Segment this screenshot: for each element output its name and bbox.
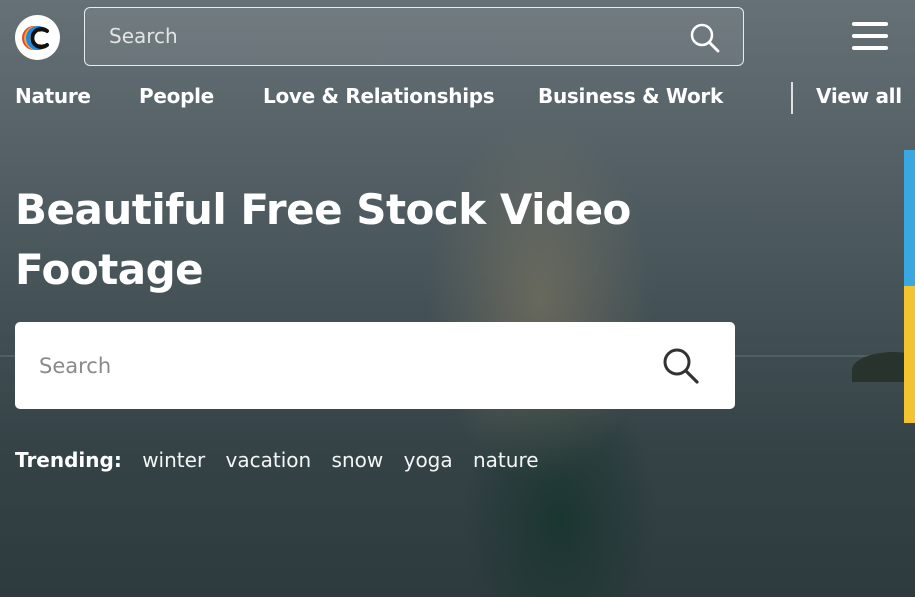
header-search-input[interactable] (109, 8, 669, 64)
search-icon (663, 348, 699, 384)
hamburger-line (852, 46, 888, 50)
view-all-link[interactable]: View all (816, 84, 902, 108)
category-nav: Nature People Love & Relationships Busin… (15, 84, 905, 114)
site-logo[interactable] (15, 15, 60, 60)
trending-tag-snow[interactable]: snow (332, 448, 384, 472)
trending-tag-winter[interactable]: winter (142, 448, 205, 472)
hero-title-line-2: Footage (15, 245, 204, 294)
nav-divider (791, 82, 793, 114)
trending-tag-vacation[interactable]: vacation (226, 448, 312, 472)
hamburger-menu-icon (852, 22, 888, 26)
hero-title: Beautiful Free Stock Video Footage (15, 180, 675, 300)
side-accent-yellow (904, 286, 915, 423)
category-link-people[interactable]: People (139, 84, 214, 108)
trending-tags: Trending: winter vacation snow yoga natu… (15, 448, 553, 480)
menu-button[interactable] (852, 20, 890, 54)
header-search-bar (84, 7, 744, 66)
category-link-love-relationships[interactable]: Love & Relationships (263, 84, 495, 108)
trending-tag-yoga[interactable]: yoga (404, 448, 453, 472)
hero-search-bar (15, 322, 735, 409)
hamburger-line (852, 34, 888, 38)
hero-search-input[interactable] (39, 322, 639, 409)
category-link-nature[interactable]: Nature (15, 84, 91, 108)
trending-tag-nature[interactable]: nature (473, 448, 539, 472)
side-accent-blue (904, 150, 915, 286)
category-link-business-work[interactable]: Business & Work (538, 84, 723, 108)
hero-title-line-1: Beautiful Free Stock Video (15, 185, 631, 234)
header-search-button[interactable] (689, 22, 721, 54)
trending-label: Trending: (15, 448, 122, 472)
c-rainbow-logo-icon (21, 25, 49, 50)
search-icon (690, 23, 720, 53)
hero-search-button[interactable] (661, 346, 701, 386)
